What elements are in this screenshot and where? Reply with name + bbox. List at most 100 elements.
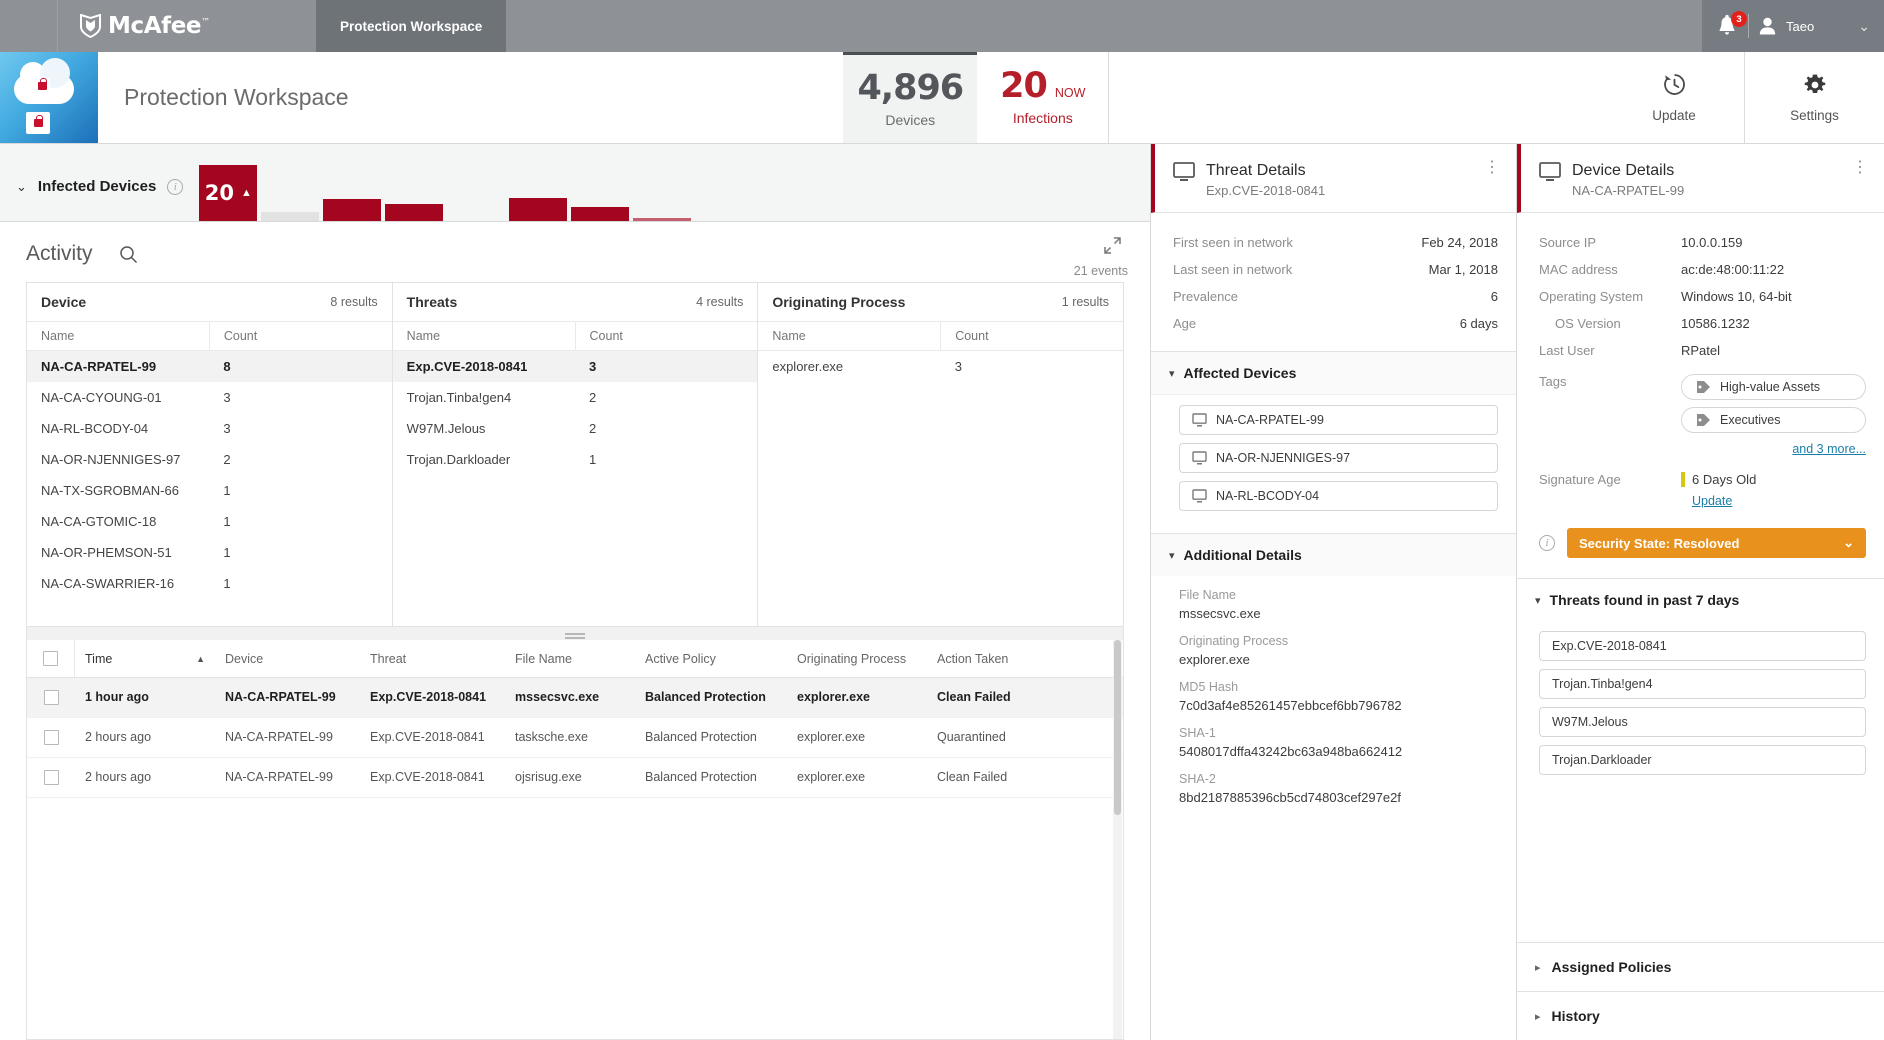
tag-chip[interactable]: Executives — [1681, 407, 1866, 433]
facet-columns: Name Count — [758, 321, 1123, 351]
info-icon[interactable]: i — [1539, 535, 1555, 551]
panel-resize-handle[interactable] — [26, 627, 1124, 640]
threat-details-menu-icon[interactable]: ⋮ — [1484, 162, 1500, 198]
facet-row[interactable]: NA-RL-BCODY-04 3 — [27, 413, 392, 444]
update-button[interactable]: Update — [1604, 52, 1744, 143]
column-header-active-policy[interactable]: Active Policy — [635, 640, 787, 677]
cell-active-policy: Balanced Protection — [635, 758, 787, 797]
tab-protection-workspace[interactable]: Protection Workspace — [316, 0, 506, 52]
facet-row-name: Trojan.Darkloader — [393, 444, 575, 475]
select-all-checkbox[interactable] — [27, 640, 75, 677]
facet-results-count: 8 results — [330, 295, 377, 309]
facet-row[interactable]: NA-CA-SWARRIER-16 1 — [27, 568, 392, 599]
property-row: Operating System Windows 10, 64-bit — [1539, 283, 1866, 310]
facet-col-count[interactable]: Count — [209, 322, 392, 350]
topbar-spacer — [506, 0, 1702, 52]
expand-icon[interactable] — [1103, 236, 1122, 255]
security-state-dropdown[interactable]: Security State: Resoloved ⌄ — [1567, 528, 1866, 558]
user-avatar-icon — [1759, 17, 1776, 35]
threat-chip[interactable]: Trojan.Darkloader — [1539, 745, 1866, 775]
facet-col-name[interactable]: Name — [758, 322, 940, 350]
cell-time: 2 hours ago — [75, 758, 215, 797]
facet-title: Device — [41, 294, 86, 310]
facet-row-name: NA-CA-RPATEL-99 — [27, 351, 209, 382]
facet-col-count[interactable]: Count — [940, 322, 1123, 350]
facet-col-count[interactable]: Count — [575, 322, 758, 350]
affected-devices-section-header[interactable]: ▾ Affected Devices — [1151, 351, 1516, 394]
table-row[interactable]: 1 hour ago NA-CA-RPATEL-99 Exp.CVE-2018-… — [27, 678, 1123, 718]
monitor-icon — [1192, 451, 1207, 465]
column-header-action-taken[interactable]: Action Taken — [927, 640, 1123, 677]
column-header-file-name[interactable]: File Name — [505, 640, 635, 677]
facet-row-count: 3 — [209, 413, 391, 444]
search-icon[interactable] — [119, 245, 138, 264]
row-checkbox[interactable] — [27, 758, 75, 797]
property-value: Windows 10, 64-bit — [1681, 289, 1866, 304]
events-table-body: 1 hour ago NA-CA-RPATEL-99 Exp.CVE-2018-… — [27, 678, 1123, 798]
facet-originating process: Originating Process 1 results Name Count… — [758, 283, 1123, 626]
column-header-originating-process[interactable]: Originating Process — [787, 640, 927, 677]
notifications-button[interactable]: 3 — [1716, 14, 1738, 38]
and-more-link[interactable]: and 3 more... — [1792, 442, 1866, 456]
settings-button[interactable]: Settings — [1744, 52, 1884, 143]
topbar-left-pad — [0, 0, 58, 52]
property-row: Source IP 10.0.0.159 — [1539, 229, 1866, 256]
additional-details-list: File Name mssecsvc.exe Originating Proce… — [1151, 576, 1516, 826]
kpi-infections[interactable]: 20 NOW Infections — [977, 52, 1109, 143]
facet-row[interactable]: NA-OR-PHEMSON-51 1 — [27, 537, 392, 568]
cell-time: 1 hour ago — [75, 678, 215, 717]
update-label: Update — [1652, 108, 1696, 123]
affected-device-chip[interactable]: NA-RL-BCODY-04 — [1179, 481, 1498, 511]
property-label: Prevalence — [1173, 289, 1491, 304]
facet-col-name[interactable]: Name — [27, 322, 209, 350]
table-row[interactable]: 2 hours ago NA-CA-RPATEL-99 Exp.CVE-2018… — [27, 718, 1123, 758]
facet-row[interactable]: NA-CA-CYOUNG-01 3 — [27, 382, 392, 413]
row-checkbox[interactable] — [27, 718, 75, 757]
facet-row-name: NA-OR-PHEMSON-51 — [27, 537, 209, 568]
info-icon[interactable]: i — [167, 179, 183, 195]
facet-row[interactable]: NA-TX-SGROBMAN-66 1 — [27, 475, 392, 506]
threat-panel-spacer — [1151, 826, 1516, 1040]
cell-file-name: mssecsvc.exe — [505, 678, 635, 717]
device-details-menu-icon[interactable]: ⋮ — [1852, 162, 1868, 198]
facet-row[interactable]: Exp.CVE-2018-0841 3 — [393, 351, 758, 382]
events-scrollbar[interactable] — [1113, 640, 1122, 1039]
tag-chip[interactable]: High-value Assets — [1681, 374, 1866, 400]
facet-row[interactable]: NA-OR-NJENNIGES-97 2 — [27, 444, 392, 475]
tag-chips: High-value Assets Executives — [1681, 374, 1866, 440]
user-name-label: Taeo — [1786, 19, 1814, 34]
facet-row-count: 1 — [575, 444, 757, 475]
chevron-down-icon[interactable]: ⌄ — [1858, 18, 1870, 35]
kpi-devices[interactable]: 4,896 Devices — [843, 52, 977, 143]
facet-row-count: 8 — [209, 351, 391, 382]
scrollbar-thumb[interactable] — [1114, 640, 1121, 815]
sparkline-bar-current[interactable]: 20 ▲ — [199, 165, 257, 221]
facet-row[interactable]: NA-CA-GTOMIC-18 1 — [27, 506, 392, 537]
column-header-threat[interactable]: Threat — [360, 640, 505, 677]
threat-chip[interactable]: Trojan.Tinba!gen4 — [1539, 669, 1866, 699]
threats-7days-section-header[interactable]: ▾ Threats found in past 7 days — [1517, 578, 1884, 621]
additional-details-section-header[interactable]: ▾ Additional Details — [1151, 533, 1516, 576]
infected-devices-strip: ⌄ Infected Devices i 20 ▲ — [0, 144, 1150, 222]
row-checkbox[interactable] — [27, 678, 75, 717]
facet-row[interactable]: Trojan.Tinba!gen4 2 — [393, 382, 758, 413]
cell-threat: Exp.CVE-2018-0841 — [360, 758, 505, 797]
chevron-double-down-icon[interactable]: ⌄ — [16, 180, 27, 193]
history-section-header[interactable]: ▸ History — [1517, 991, 1884, 1040]
mcafee-logo[interactable]: McAfee™ — [58, 0, 316, 52]
table-row[interactable]: 2 hours ago NA-CA-RPATEL-99 Exp.CVE-2018… — [27, 758, 1123, 798]
threat-chip[interactable]: W97M.Jelous — [1539, 707, 1866, 737]
threat-chip[interactable]: Exp.CVE-2018-0841 — [1539, 631, 1866, 661]
facet-header: Originating Process 1 results — [758, 283, 1123, 321]
affected-device-chip[interactable]: NA-OR-NJENNIGES-97 — [1179, 443, 1498, 473]
assigned-policies-section-header[interactable]: ▸ Assigned Policies — [1517, 942, 1884, 991]
facet-row[interactable]: Trojan.Darkloader 1 — [393, 444, 758, 475]
affected-device-chip[interactable]: NA-CA-RPATEL-99 — [1179, 405, 1498, 435]
facet-row[interactable]: explorer.exe 3 — [758, 351, 1123, 382]
signature-update-link[interactable]: Update — [1681, 494, 1866, 508]
facet-col-name[interactable]: Name — [393, 322, 575, 350]
facet-row[interactable]: W97M.Jelous 2 — [393, 413, 758, 444]
column-header-time[interactable]: Time▲ — [75, 640, 215, 677]
facet-row[interactable]: NA-CA-RPATEL-99 8 — [27, 351, 392, 382]
column-header-device[interactable]: Device — [215, 640, 360, 677]
